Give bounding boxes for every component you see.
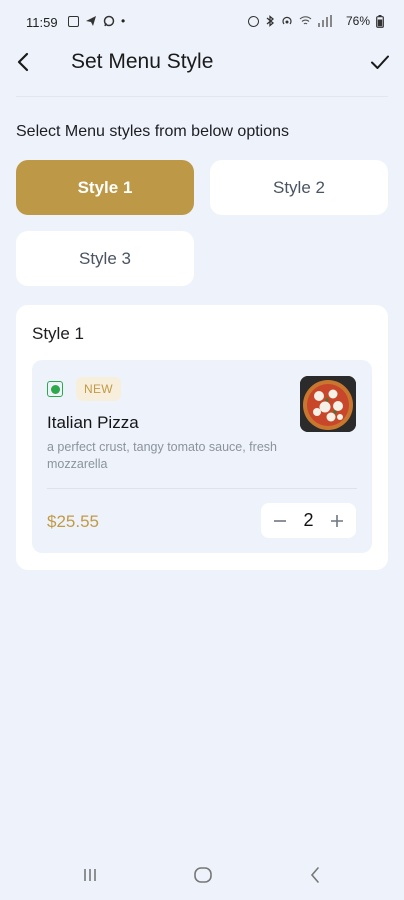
app-bar: Set Menu Style (0, 40, 404, 96)
item-name: Italian Pizza (47, 413, 139, 432)
status-bar: 11:59 • 76% (0, 0, 404, 44)
header-divider (16, 96, 388, 97)
telegram-icon (86, 16, 96, 26)
whatsapp-icon (103, 15, 115, 27)
item-description: a perfect crust, tangy tomato sauce, fre… (47, 440, 277, 471)
status-right-icons: 76% (247, 14, 384, 28)
plus-icon[interactable] (322, 503, 352, 538)
system-nav-bar (0, 848, 404, 900)
style-1-label: Style 1 (77, 177, 133, 197)
status-left-icons: • (68, 14, 125, 28)
back-arrow-icon[interactable] (12, 50, 36, 74)
item-divider (47, 488, 357, 489)
recents-icon[interactable] (78, 863, 102, 887)
alarm-icon (247, 15, 259, 27)
style-2-button[interactable]: Style 2 (210, 160, 388, 215)
new-badge: NEW (76, 377, 121, 401)
instruction-text: Select Menu styles from below options (16, 123, 290, 140)
style-3-button[interactable]: Style 3 (16, 231, 194, 286)
page-title: Set Menu Style (71, 50, 214, 73)
pizza-image (300, 376, 356, 432)
minus-icon[interactable] (265, 503, 295, 538)
bluetooth-icon (266, 15, 274, 27)
notification-dot: • (121, 14, 126, 28)
battery-icon (376, 14, 384, 28)
style-2-label: Style 2 (273, 177, 325, 197)
home-icon[interactable] (191, 863, 215, 887)
style-3-label: Style 3 (79, 248, 131, 268)
item-price: $25.55 (47, 512, 99, 531)
signal-icon (317, 15, 332, 27)
quantity-stepper: 2 (261, 503, 356, 538)
veg-indicator-icon (47, 381, 63, 397)
hotspot-icon (282, 16, 292, 25)
menu-item-card: NEW Italian Pizza a perfect crust, tangy… (32, 360, 372, 553)
style-preview-card: Style 1 NEW Italian Pizza a perfect crus… (16, 305, 388, 570)
battery-percent: 76% (345, 14, 370, 28)
gallery-icon (68, 15, 79, 27)
wifi-icon (299, 16, 312, 25)
preview-title: Style 1 (32, 324, 84, 343)
status-time: 11:59 (26, 15, 58, 30)
style-1-button[interactable]: Style 1 (16, 160, 194, 215)
nav-back-icon[interactable] (304, 863, 328, 887)
check-icon[interactable] (368, 50, 392, 74)
